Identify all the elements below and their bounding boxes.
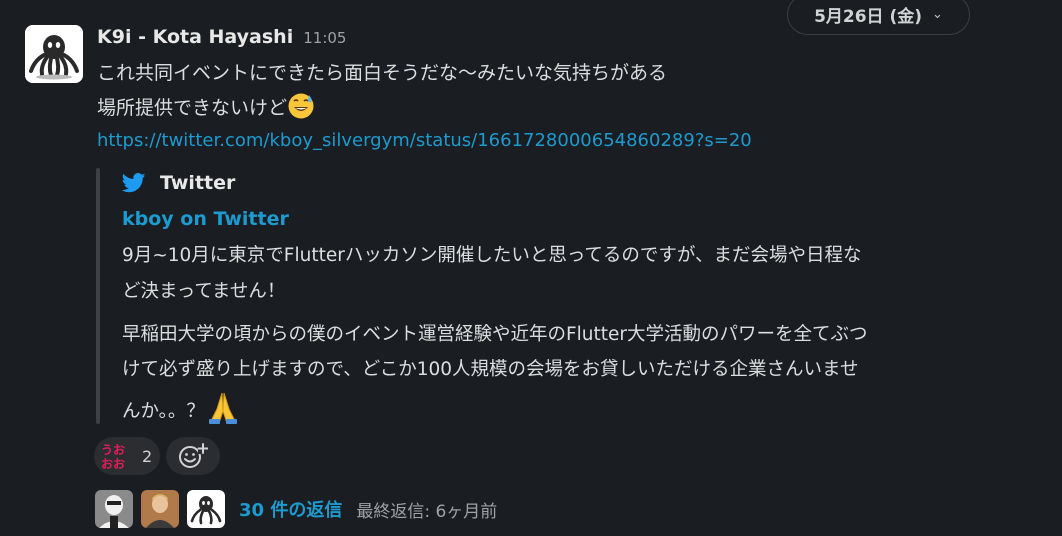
thread-participant-avatar xyxy=(95,490,133,528)
timestamp[interactable]: 11:05 xyxy=(303,29,346,47)
reaction-emoji-text-bottom: おお xyxy=(101,457,125,471)
thread-participant-avatar xyxy=(141,490,179,528)
thread-reply-count-link[interactable]: 30 件の返信 xyxy=(239,496,342,522)
unfurl-quote-bar xyxy=(96,168,100,424)
date-label: 5月26日 (金) xyxy=(814,7,923,27)
add-reaction-button[interactable] xyxy=(166,437,220,475)
unfurl-body-text: んか。。？ xyxy=(122,401,205,422)
message-line-2-text: 場所提供できないけど xyxy=(97,97,288,119)
reaction-count: 2 xyxy=(142,446,153,466)
unfurl-body-line-last: んか。。？ xyxy=(122,391,241,425)
thread-participant-avatar xyxy=(187,490,225,528)
sweat-smile-emoji xyxy=(288,93,314,119)
unfurl-body-line: 早稲田大学の頃からの僕のイベント運営経験や近年のFlutter大学活動のパワーを… xyxy=(122,324,868,345)
folded-hands-emoji xyxy=(208,392,237,424)
reaction-emoji-text-top: うお xyxy=(101,443,125,457)
unfurl-source: Twitter xyxy=(122,172,235,194)
thread-summary[interactable]: 30 件の返信 最終返信: 6ヶ月前 xyxy=(95,490,497,528)
avatar[interactable] xyxy=(25,25,83,83)
reaction-button[interactable]: うお おお 2 xyxy=(94,437,160,475)
unfurl-title-link[interactable]: kboy on Twitter xyxy=(122,208,289,230)
message-line-2: 場所提供できないけど xyxy=(97,92,315,120)
unfurl-body-line: ど決まってません！ xyxy=(122,281,286,302)
sender-name[interactable]: K9i - Kota Hayashi xyxy=(97,26,293,48)
avatar-person-icon xyxy=(141,490,179,528)
chevron-down-icon: ⌄ xyxy=(932,7,943,22)
thread-last-reply: 最終返信: 6ヶ月前 xyxy=(356,501,498,522)
message-line-1: これ共同イベントにできたら面白そうだな〜みたいな気持ちがある xyxy=(97,62,668,84)
avatar-octopus-icon xyxy=(187,490,225,528)
octopus-avatar-icon xyxy=(25,25,83,83)
date-divider-button[interactable]: 5月26日 (金) ⌄ xyxy=(787,0,970,35)
message: 5月26日 (金) ⌄ K9i - Kota Hayashi 11:05 これ共… xyxy=(0,0,1062,536)
add-reaction-icon xyxy=(179,443,208,468)
message-header: K9i - Kota Hayashi 11:05 xyxy=(97,26,346,48)
avatar-wrestler-icon xyxy=(95,490,133,528)
uooo-reaction-emoji: うお おお xyxy=(101,443,125,471)
message-link[interactable]: https://twitter.com/kboy_silvergym/statu… xyxy=(97,130,752,151)
unfurl-body-line: 9月~10月に東京でFlutterハッカソン開催したいと思ってるのですが、まだ会… xyxy=(122,245,862,266)
unfurl-source-name: Twitter xyxy=(160,172,236,194)
unfurl-body-line: けて必ず盛り上げますので、どこか100人規模の会場をお貸しいただける企業さんいま… xyxy=(122,359,859,380)
twitter-bird-icon xyxy=(122,173,146,193)
